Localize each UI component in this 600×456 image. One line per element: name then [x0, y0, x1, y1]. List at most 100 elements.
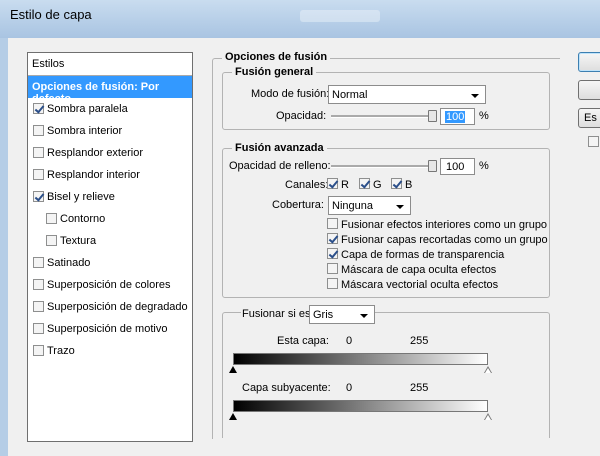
opacity-slider-track[interactable]	[331, 115, 433, 118]
advanced-option-checkbox[interactable]	[327, 233, 338, 244]
fill-opacity-percent: %	[479, 160, 489, 172]
style-checkbox[interactable]	[33, 103, 44, 114]
chevron-down-icon	[360, 314, 368, 318]
underlying-layer-gradient	[233, 400, 488, 412]
styles-list: Estilos Opciones de fusión: Por defecto S…	[27, 52, 193, 442]
style-checkbox[interactable]	[33, 279, 44, 290]
window-frame-left	[0, 38, 8, 456]
general-blending-title: Fusión general	[232, 66, 317, 78]
opacity-value: 100	[445, 111, 466, 123]
channel-g-checkbox[interactable]	[359, 178, 370, 189]
style-checkbox[interactable]	[33, 125, 44, 136]
underlying-layer-black-slider[interactable]	[229, 413, 237, 420]
blend-if-group	[222, 312, 550, 438]
channel-g-label: G	[373, 179, 382, 191]
blend-if-value: Gris	[313, 309, 334, 321]
new-style-button[interactable]: Es	[578, 108, 600, 128]
channel-r-checkbox[interactable]	[327, 178, 338, 189]
this-layer-black-slider[interactable]	[229, 366, 237, 373]
advanced-option-label: Fusionar capas recortadas como un grupo	[341, 234, 548, 246]
new-style-button-label: Es	[584, 112, 597, 124]
style-item-label: Superposición de colores	[47, 279, 171, 291]
blend-mode-select[interactable]: Normal	[328, 85, 486, 104]
opacity-input[interactable]: 100	[440, 108, 475, 125]
styles-list-item[interactable]: Superposición de degradado	[28, 296, 192, 318]
style-item-label: Resplandor exterior	[47, 147, 143, 159]
styles-list-item[interactable]: Superposición de colores	[28, 274, 192, 296]
channel-b-checkbox[interactable]	[391, 178, 402, 189]
style-checkbox[interactable]	[33, 169, 44, 180]
style-checkbox[interactable]	[33, 301, 44, 312]
underlying-layer-white-slider[interactable]	[484, 413, 492, 420]
fill-opacity-slider-thumb[interactable]	[428, 160, 437, 172]
style-item-label: Sombra paralela	[47, 103, 128, 115]
style-item-label: Satinado	[47, 257, 91, 269]
knockout-select[interactable]: Ninguna	[328, 196, 411, 215]
window-title: Estilo de capa	[10, 7, 92, 22]
fill-opacity-label: Opacidad de relleno:	[229, 160, 331, 172]
channel-b-label: B	[405, 179, 413, 191]
title-bar-reflection	[300, 10, 380, 22]
advanced-option-checkbox[interactable]	[327, 263, 338, 274]
style-item-label: Bisel y relieve	[47, 191, 115, 203]
opacity-label: Opacidad:	[276, 110, 327, 122]
this-layer-label: Esta capa:	[277, 335, 329, 347]
styles-list-item[interactable]: Trazo	[28, 340, 192, 362]
styles-list-item[interactable]: Resplandor interior	[28, 164, 192, 186]
styles-header-label: Estilos	[32, 58, 65, 70]
underlying-layer-label: Capa subyacente:	[242, 382, 331, 394]
knockout-value: Ninguna	[332, 200, 373, 212]
advanced-option-checkbox[interactable]	[327, 278, 338, 289]
style-checkbox[interactable]	[33, 323, 44, 334]
fill-opacity-slider-track[interactable]	[331, 165, 433, 168]
style-checkbox[interactable]	[46, 213, 57, 224]
opacity-slider-thumb[interactable]	[428, 110, 437, 122]
channels-label: Canales:	[285, 179, 329, 191]
this-layer-max: 255	[410, 335, 429, 347]
styles-list-item[interactable]: Bisel y relieve	[28, 186, 192, 208]
channel-r-label: R	[341, 179, 349, 191]
styles-list-item[interactable]: Resplandor exterior	[28, 142, 192, 164]
this-layer-gradient	[233, 353, 488, 365]
style-item-label: Contorno	[60, 213, 106, 225]
underlying-layer-max: 255	[410, 382, 429, 394]
blend-mode-label: Modo de fusión:	[251, 88, 330, 100]
preview-checkbox[interactable]	[588, 136, 599, 147]
advanced-option-checkbox[interactable]	[327, 248, 338, 259]
style-checkbox[interactable]	[33, 257, 44, 268]
advanced-option-label: Máscara de capa oculta efectos	[341, 264, 497, 276]
blend-if-label: Fusionar si es:	[241, 308, 315, 320]
chevron-down-icon	[471, 94, 479, 98]
this-layer-white-slider[interactable]	[484, 366, 492, 373]
style-checkbox[interactable]	[33, 191, 44, 202]
blend-options-title: Opciones de fusión	[222, 51, 331, 63]
styles-list-item[interactable]: Textura	[28, 230, 192, 252]
styles-list-item[interactable]: Superposición de motivo	[28, 318, 192, 340]
style-checkbox[interactable]	[46, 235, 57, 246]
styles-list-item[interactable]: Sombra interior	[28, 120, 192, 142]
style-checkbox[interactable]	[33, 147, 44, 158]
opacity-percent: %	[479, 110, 489, 122]
blend-mode-value: Normal	[332, 89, 368, 101]
style-checkbox[interactable]	[33, 345, 44, 356]
styles-list-item[interactable]: Satinado	[28, 252, 192, 274]
styles-list-item[interactable]: Contorno	[28, 208, 192, 230]
advanced-blending-title: Fusión avanzada	[232, 142, 327, 154]
knockout-label: Cobertura:	[272, 199, 324, 211]
styles-list-header[interactable]: Estilos	[28, 53, 192, 76]
chevron-down-icon	[396, 205, 404, 209]
style-item-label: Textura	[60, 235, 97, 247]
blend-if-select[interactable]: Gris	[309, 305, 375, 324]
advanced-option-checkbox[interactable]	[327, 218, 338, 229]
fill-opacity-input[interactable]: 100	[440, 158, 475, 175]
style-item-label: Superposición de degradado	[47, 301, 188, 313]
underlying-layer-min: 0	[346, 382, 353, 394]
styles-list-item[interactable]: Sombra paralela	[28, 98, 192, 120]
cancel-button[interactable]	[578, 80, 600, 100]
ok-button[interactable]	[578, 52, 600, 72]
styles-list-item[interactable]: Opciones de fusión: Por defecto	[28, 76, 192, 105]
style-item-label: Superposición de motivo	[47, 323, 168, 335]
style-item-label: Sombra interior	[47, 125, 123, 137]
style-item-label: Trazo	[47, 345, 75, 357]
title-bar[interactable]: Estilo de capa	[0, 0, 600, 38]
